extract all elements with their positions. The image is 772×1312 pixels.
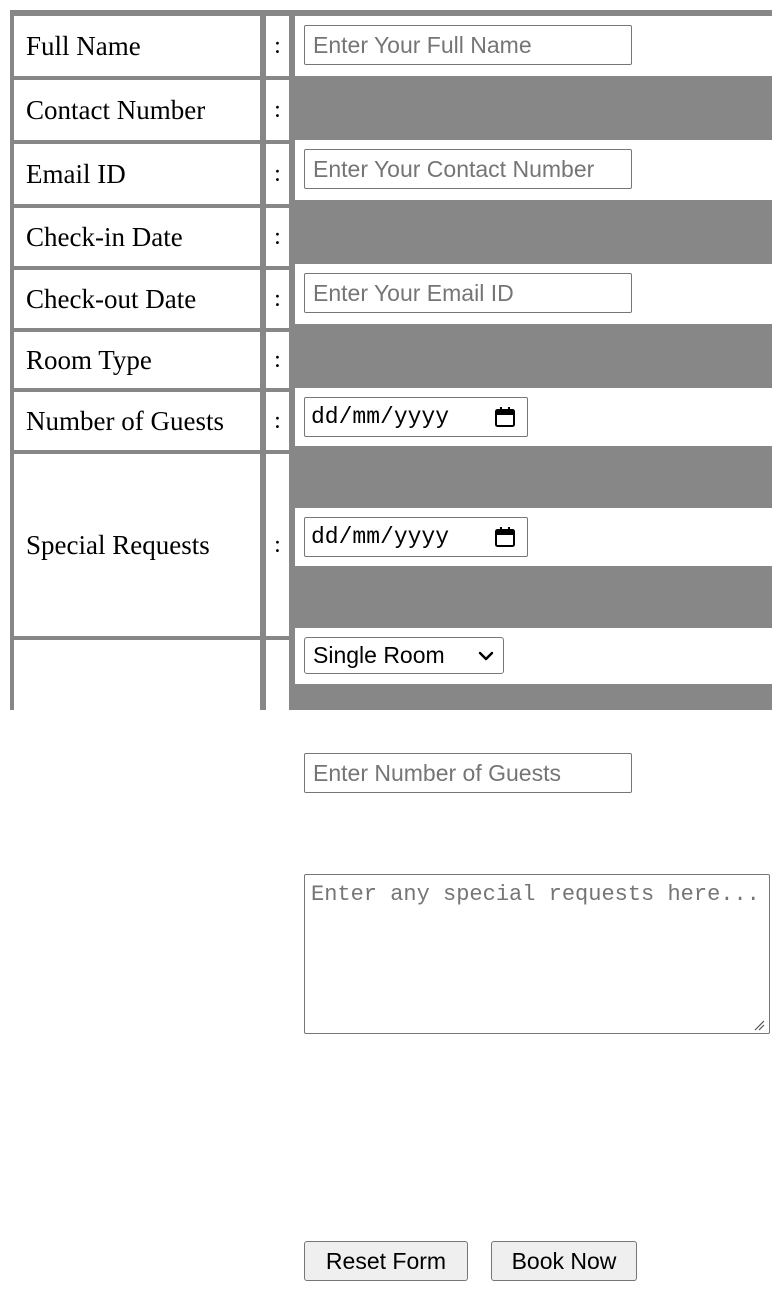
buttons-empty-colon-cell: [266, 640, 289, 720]
special-requests-colon: :: [266, 454, 289, 636]
contact-number-input[interactable]: [304, 149, 632, 189]
resize-grip-icon[interactable]: [753, 1019, 765, 1031]
colon-text: :: [274, 32, 281, 59]
email-cell: [295, 264, 772, 324]
room-type-colon: :: [266, 332, 289, 388]
room-type-selected-value: Single Room: [313, 642, 445, 668]
room-type-label-text: Room Type: [26, 344, 152, 375]
calendar-icon[interactable]: [493, 525, 517, 549]
email-input[interactable]: [304, 273, 632, 313]
contact-number-cell: [295, 140, 772, 200]
book-now-button-label: Book Now: [511, 1247, 617, 1274]
colon-text: :: [274, 160, 281, 187]
check-in-date-text: dd/mm/yyyy: [311, 404, 450, 430]
full-name-label: Full Name: [14, 16, 260, 76]
reset-form-button-label: Reset Form: [325, 1247, 447, 1274]
full-name-cell: [295, 16, 772, 76]
colon-text: :: [274, 346, 281, 373]
room-type-label: Room Type: [14, 332, 260, 388]
full-name-input[interactable]: [304, 25, 632, 65]
colon-text: :: [274, 531, 281, 558]
check-out-colon: :: [266, 270, 289, 328]
check-in-label-text: Check-in Date: [26, 221, 183, 252]
special-requests-textarea[interactable]: [304, 874, 770, 1034]
contact-number-colon: :: [266, 80, 289, 140]
check-in-colon: :: [266, 208, 289, 266]
full-name-colon: :: [266, 16, 289, 76]
check-in-date-input[interactable]: dd/mm/yyyy: [304, 397, 528, 437]
booking-form-table: Full Name : Contact Number : Email ID : …: [10, 10, 772, 1312]
book-now-button[interactable]: Book Now: [491, 1241, 637, 1281]
check-out-date-input[interactable]: dd/mm/yyyy: [304, 517, 528, 557]
special-requests-cell: [295, 864, 772, 1046]
colon-text: :: [274, 96, 281, 123]
room-type-cell: Single Room: [295, 628, 772, 684]
check-in-cell: dd/mm/yyyy: [295, 388, 772, 446]
guests-colon: :: [266, 392, 289, 450]
email-label-text: Email ID: [26, 158, 126, 189]
colon-text: :: [274, 223, 281, 250]
guests-cell: [295, 744, 772, 802]
guests-label-text: Number of Guests: [26, 405, 224, 436]
contact-number-label-text: Contact Number: [26, 94, 206, 125]
colon-text: :: [274, 407, 281, 434]
email-colon: :: [266, 144, 289, 204]
colon-text: :: [274, 285, 281, 312]
room-type-select[interactable]: Single Room: [304, 637, 504, 674]
check-out-cell: dd/mm/yyyy: [295, 508, 772, 566]
special-requests-label: Special Requests: [14, 454, 260, 636]
check-out-date-text: dd/mm/yyyy: [311, 524, 450, 550]
check-out-label-text: Check-out Date: [26, 283, 197, 314]
guests-input[interactable]: [304, 753, 632, 793]
guests-label: Number of Guests: [14, 392, 260, 450]
chevron-down-icon: [478, 651, 494, 660]
full-name-label-text: Full Name: [26, 30, 141, 61]
contact-number-label: Contact Number: [14, 80, 260, 140]
buttons-empty-label-cell: [14, 640, 260, 720]
reset-form-button[interactable]: Reset Form: [304, 1241, 468, 1281]
check-out-label: Check-out Date: [14, 270, 260, 328]
email-label: Email ID: [14, 144, 260, 204]
buttons-cell: Reset Form Book Now: [295, 1232, 772, 1312]
check-in-label: Check-in Date: [14, 208, 260, 266]
calendar-icon[interactable]: [493, 405, 517, 429]
special-requests-label-text: Special Requests: [26, 529, 210, 560]
